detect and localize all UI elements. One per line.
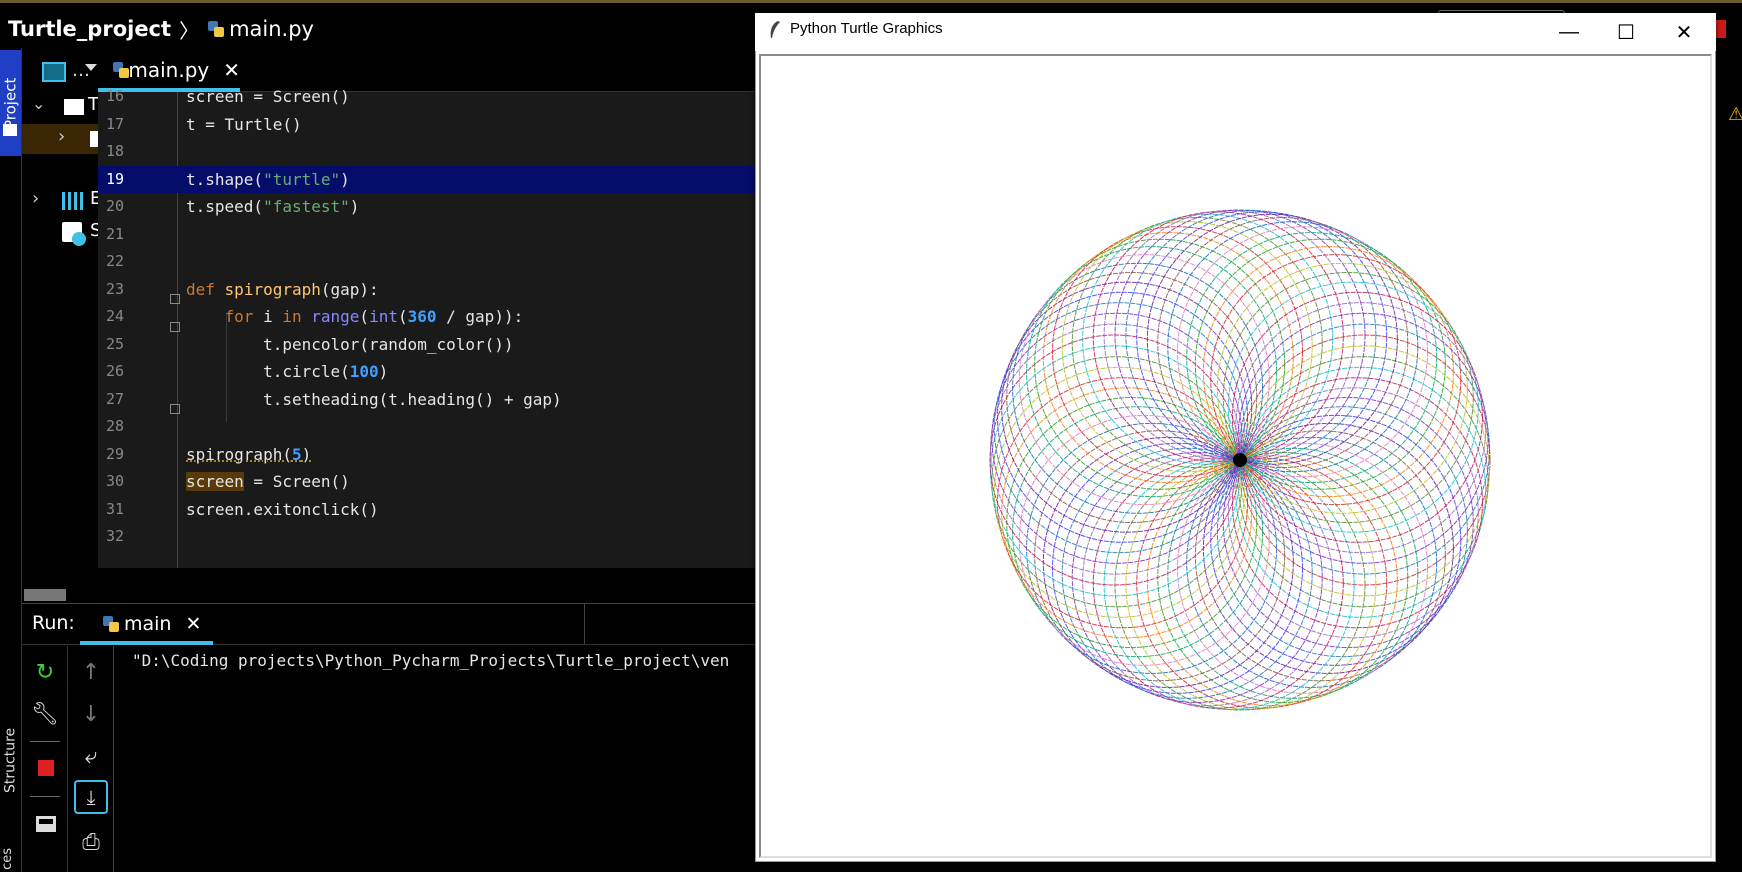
code-text: def spirograph(gap):: [186, 279, 379, 299]
python-file-icon: [112, 61, 130, 79]
stop-indicator-fragment: [1716, 20, 1726, 38]
right-gutter: [1716, 48, 1742, 872]
line-number: 29: [106, 444, 125, 463]
code-text: t.shape("turtle"): [186, 169, 350, 189]
stop-icon[interactable]: [38, 760, 54, 776]
code-text: t.circle(100): [186, 362, 389, 381]
code-text: screen = Screen(): [186, 472, 350, 491]
line-number: 31: [106, 499, 125, 518]
structure-tool-tab[interactable]: Structure: [0, 710, 21, 810]
folder-icon: [64, 99, 84, 115]
line-number: 22: [106, 252, 125, 270]
close-window-button[interactable]: ✕: [1655, 14, 1713, 50]
close-icon[interactable]: ✕: [223, 58, 240, 82]
code-text: t.setheading(t.heading() + gap): [186, 389, 562, 409]
code-text: t.speed("fastest"): [186, 197, 360, 216]
code-text: spirograph(5): [186, 444, 312, 464]
fold-marker-icon[interactable]: [170, 322, 180, 332]
line-number: 30: [106, 472, 125, 490]
line-number: 28: [106, 417, 125, 435]
divider: [30, 741, 60, 742]
line-number: 23: [106, 279, 125, 298]
run-tab-label: main: [124, 612, 172, 635]
project-view-icon[interactable]: [42, 62, 66, 82]
code-text: for i in range(int(360 / gap)):: [224, 307, 524, 326]
print-icon[interactable]: ⎙: [79, 830, 103, 855]
code-text: t.pencolor(random_color()): [186, 334, 514, 354]
tree-item-scratches[interactable]: S: [22, 218, 101, 248]
project-tool-tab[interactable]: Project: [0, 50, 21, 156]
code-text: t = Turtle(): [186, 114, 302, 134]
line-number: 18: [106, 142, 125, 160]
fold-marker-icon[interactable]: [170, 294, 180, 304]
code-text: screen = Screen(): [186, 87, 350, 106]
folder-icon: [3, 124, 17, 136]
soft-wrap-icon[interactable]: ⤶: [79, 744, 103, 769]
tree-item-venv[interactable]: ›: [22, 124, 102, 154]
indent-guide: [226, 312, 227, 422]
wrench-icon[interactable]: 🔧︎: [31, 702, 59, 727]
console-output: "D:\Coding projects\Python_Pycharm_Proje…: [132, 651, 730, 670]
code-text: screen.exitonclick(): [186, 499, 379, 519]
line-number: 27: [106, 389, 125, 408]
line-number: 17: [106, 114, 125, 133]
arrow-up-icon[interactable]: ↑: [79, 660, 103, 685]
warning-icon[interactable]: ⚠: [1728, 104, 1742, 125]
breadcrumb-separator: 〉: [179, 18, 200, 43]
minimize-button[interactable]: —: [1540, 14, 1598, 50]
maximize-button[interactable]: ☐: [1597, 14, 1655, 50]
line-number: 19: [106, 169, 125, 188]
chevron-right-icon[interactable]: ›: [58, 126, 65, 147]
line-number: 24: [106, 307, 125, 325]
run-label: Run:: [32, 612, 75, 634]
tree-item-external-libraries[interactable]: › E: [22, 186, 101, 216]
arrow-down-icon[interactable]: ↓: [79, 702, 103, 727]
tree-item-project-root[interactable]: ⌄ T: [22, 92, 99, 122]
horizontal-scrollbar[interactable]: [24, 589, 66, 601]
divider: [30, 796, 60, 797]
turtle-window-title: Python Turtle Graphics: [790, 20, 943, 37]
line-number: 16: [106, 87, 125, 105]
breadcrumb-file[interactable]: main.py: [229, 17, 314, 41]
line-number: 26: [106, 362, 125, 380]
chevron-down-icon[interactable]: ⌄: [32, 94, 45, 113]
favorites-tool-tab[interactable]: ces: [0, 848, 15, 870]
close-icon[interactable]: ✕: [185, 613, 201, 635]
rerun-icon[interactable]: ↻: [33, 660, 57, 685]
breadcrumb: Turtle_project 〉 main.py: [8, 14, 314, 44]
turtle-cursor-icon: [1233, 453, 1247, 467]
spirograph-drawing: [989, 209, 1491, 711]
divider: [584, 604, 585, 644]
library-icon: [62, 192, 86, 210]
line-number: 32: [106, 527, 125, 545]
line-number: 20: [106, 197, 125, 215]
chevron-right-icon[interactable]: ›: [32, 188, 39, 209]
run-tab-main[interactable]: main ✕: [80, 606, 213, 645]
layout-icon[interactable]: [36, 816, 56, 832]
python-file-icon: [207, 20, 225, 38]
chevron-down-icon[interactable]: [85, 64, 97, 71]
tab-label: main.py: [128, 58, 210, 82]
run-toolbar-secondary: ↑ ↓ ⤶ ⤓ ⎙: [68, 646, 114, 872]
scroll-to-end-icon[interactable]: ⤓: [74, 780, 108, 814]
line-number: 25: [106, 334, 125, 353]
clock-icon: [72, 232, 86, 246]
breadcrumb-project[interactable]: Turtle_project: [8, 17, 171, 41]
feather-icon: [770, 21, 780, 38]
python-run-icon: [102, 615, 120, 633]
fold-marker-icon[interactable]: [170, 404, 180, 414]
line-number: 21: [106, 224, 125, 243]
run-toolbar-primary: ↻ 🔧︎: [22, 646, 68, 872]
